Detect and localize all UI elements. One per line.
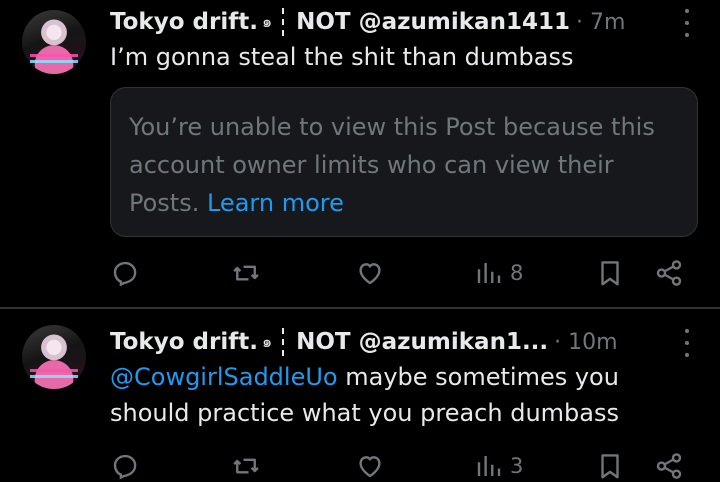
avatar[interactable] (22, 10, 86, 74)
username[interactable]: NOT @azumikan1411 (296, 9, 570, 35)
learn-more-link[interactable]: Learn more (207, 189, 344, 217)
tweet-actions: 8 (0, 257, 720, 289)
reply-button[interactable] (110, 450, 140, 482)
views-icon (477, 263, 501, 283)
separator-divider (282, 328, 285, 356)
share-icon (656, 260, 682, 286)
timestamp[interactable]: · 7m (576, 10, 625, 35)
reply-icon (113, 261, 137, 287)
like-icon (359, 263, 381, 285)
views-button[interactable]: 8 (474, 257, 523, 289)
like-button[interactable] (355, 450, 385, 482)
retweet-icon (233, 265, 259, 281)
tweet-header: Tokyo drift. ๑ NOT @azumikan1... · 10m (110, 324, 618, 360)
bookmark-button[interactable] (595, 450, 625, 482)
tweet[interactable]: Tokyo drift. ๑ NOT @azumikan1411 · 7m I’… (0, 0, 720, 307)
avatar[interactable] (22, 325, 86, 389)
username[interactable]: NOT @azumikan1... (296, 329, 548, 355)
views-button[interactable]: 3 (474, 450, 523, 482)
badge-icon: ๑ (261, 11, 273, 31)
share-button[interactable] (654, 450, 684, 482)
more-icon[interactable] (682, 329, 692, 357)
tweet-text: @CowgirlSaddleUo maybe sometimes you sho… (110, 359, 690, 431)
badge-icon: ๑ (261, 331, 273, 351)
separator-divider (282, 8, 285, 36)
bookmark-button[interactable] (595, 257, 625, 289)
share-button[interactable] (654, 257, 684, 289)
mention-link[interactable]: @CowgirlSaddleUo (110, 363, 338, 391)
tweet-actions: 3 (0, 450, 720, 482)
tweet-header: Tokyo drift. ๑ NOT @azumikan1411 · 7m (110, 4, 625, 40)
views-count: 3 (510, 454, 524, 478)
retweet-button[interactable] (231, 257, 261, 289)
more-icon[interactable] (682, 9, 692, 37)
display-name[interactable]: Tokyo drift. (110, 9, 258, 35)
reply-button[interactable] (110, 257, 140, 289)
tweet[interactable]: Tokyo drift. ๑ NOT @azumikan1... · 10m @… (0, 309, 720, 480)
retweet-button[interactable] (231, 450, 261, 482)
bookmark-icon (601, 261, 619, 286)
tweet-text: I’m gonna steal the shit than dumbass (110, 43, 574, 71)
views-count: 8 (510, 261, 524, 285)
restricted-post-notice: You’re unable to view this Post because … (110, 87, 698, 237)
timestamp[interactable]: · 10m (554, 330, 617, 355)
like-button[interactable] (355, 257, 385, 289)
display-name[interactable]: Tokyo drift. (110, 329, 258, 355)
